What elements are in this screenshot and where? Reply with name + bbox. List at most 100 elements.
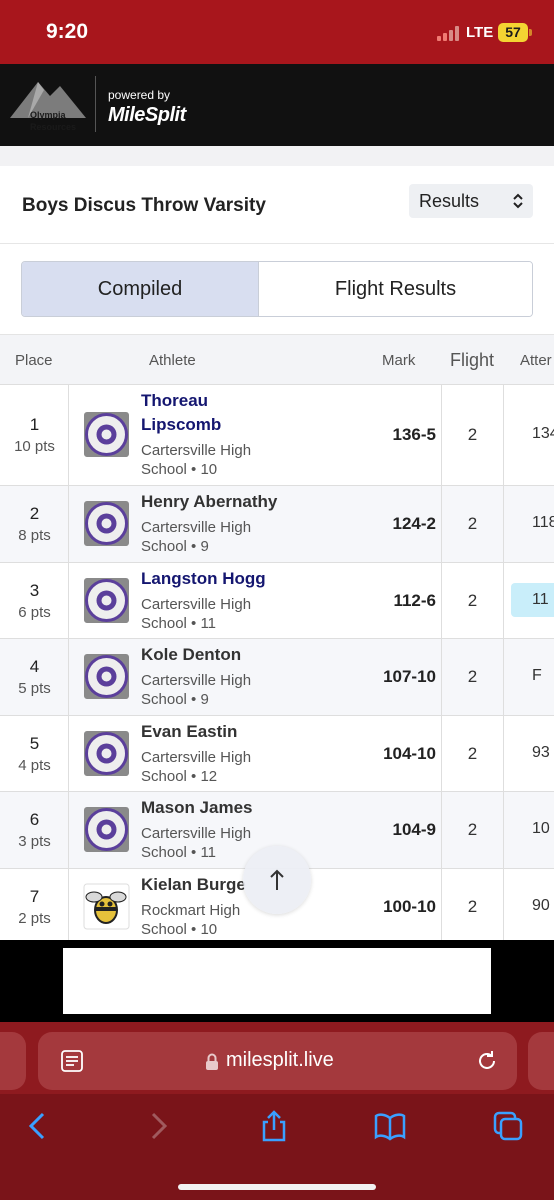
network-label: LTE (466, 24, 494, 41)
back-icon[interactable] (22, 1110, 54, 1142)
place: 3 (29, 581, 40, 600)
points: 4 pts (18, 757, 51, 774)
next-tab-preview[interactable] (528, 1032, 554, 1090)
previous-tab-preview[interactable] (0, 1032, 26, 1090)
cartersville-team-logo (84, 578, 129, 623)
battery-nub (529, 29, 532, 36)
athlete-name[interactable]: Kielan Burge (141, 875, 246, 895)
school: Rockmart High (141, 902, 241, 919)
school: Cartersville High (141, 596, 252, 613)
table-row[interactable]: 5 4 pts Evan Eastin Cartersville High Sc… (0, 715, 554, 792)
url-text: milesplit.live (226, 1049, 334, 1071)
cartersville-team-logo (84, 807, 129, 852)
athlete-name-link[interactable]: Langston Hogg (141, 569, 266, 589)
points: 2 pts (18, 910, 51, 927)
status-bar: 9:20 LTE 57 (0, 0, 554, 64)
place: 5 (29, 734, 40, 753)
mark: 104-9 (392, 820, 436, 839)
mark: 104-10 (383, 744, 436, 763)
attempt: 93 (532, 744, 550, 761)
school: Cartersville High (141, 442, 252, 459)
school-grade: School • 10 (141, 921, 218, 938)
address-bar[interactable]: milesplit.live (38, 1032, 517, 1090)
bookmarks-icon[interactable] (374, 1110, 406, 1142)
reader-icon[interactable] (60, 1049, 84, 1073)
mark: 124-2 (392, 514, 436, 533)
home-indicator (178, 1184, 376, 1190)
reload-icon[interactable] (475, 1049, 499, 1073)
attempt: F (532, 667, 542, 684)
athlete-name-link[interactable]: Lipscomb (141, 415, 221, 435)
school-grade: School • 11 (141, 844, 217, 861)
tab-flight-results[interactable]: Flight Results (259, 262, 532, 316)
header-divider (95, 76, 96, 132)
scroll-to-top-button[interactable] (243, 846, 311, 914)
header-attempts[interactable]: Atter (520, 352, 552, 369)
logo-text-line2: Resources (30, 122, 77, 132)
header-mark[interactable]: Mark (382, 352, 415, 369)
points: 3 pts (18, 833, 51, 850)
powered-by-text: powered by (108, 88, 171, 102)
mark: 107-10 (383, 667, 436, 686)
site-header: Olympia Resources powered by MileSplit (0, 64, 554, 146)
school-grade: School • 9 (141, 691, 209, 708)
points: 6 pts (18, 604, 51, 621)
ad-banner-area (0, 940, 554, 1022)
place: 6 (29, 810, 40, 829)
address-area: milesplit.live (0, 1022, 554, 1094)
place: 4 (29, 657, 40, 676)
school-grade: School • 12 (141, 768, 218, 785)
school: Cartersville High (141, 672, 252, 689)
table-header: Place Athlete Mark Flight Atter (0, 334, 554, 384)
athlete-name[interactable]: Kole Denton (141, 645, 241, 665)
place: 1 (29, 415, 40, 434)
points: 10 pts (14, 438, 55, 455)
points: 5 pts (18, 680, 51, 697)
divider (0, 243, 554, 244)
athlete-name[interactable]: Henry Abernathy (141, 492, 277, 512)
tabs-icon[interactable] (492, 1110, 524, 1142)
mark: 100-10 (383, 897, 436, 916)
view-select-value: Results (419, 191, 480, 211)
header-flight[interactable]: Flight (450, 350, 494, 371)
athlete-name-link[interactable]: Thoreau (141, 391, 208, 411)
header-athlete[interactable]: Athlete (149, 352, 196, 369)
battery-icon: 57 (498, 23, 528, 42)
view-select[interactable]: Results (409, 184, 533, 218)
header-place[interactable]: Place (15, 352, 53, 369)
attempt: 118 (532, 514, 554, 531)
logo-text-line1: Olympia (30, 110, 66, 120)
signal-icon (437, 26, 461, 41)
cartersville-team-logo (84, 731, 129, 776)
flight: 2 (467, 820, 478, 839)
athlete-name[interactable]: Evan Eastin (141, 722, 237, 742)
browser-toolbar: milesplit.live (0, 1022, 554, 1200)
ad-slot[interactable] (63, 948, 491, 1014)
cartersville-team-logo (84, 654, 129, 699)
forward-icon[interactable] (142, 1110, 174, 1142)
table-row[interactable]: 3 6 pts Langston Hogg Cartersville High … (0, 562, 554, 639)
school-grade: School • 11 (141, 615, 217, 632)
school: Cartersville High (141, 825, 252, 842)
attempt: 10 (532, 820, 550, 837)
table-row[interactable]: 4 5 pts Kole Denton Cartersville High Sc… (0, 638, 554, 716)
table-row[interactable]: 2 8 pts Henry Abernathy Cartersville Hig… (0, 485, 554, 563)
share-icon[interactable] (258, 1110, 290, 1142)
yellow-jacket-team-logo (83, 883, 130, 930)
milesplit-logo[interactable]: MileSplit (108, 104, 186, 127)
place: 2 (29, 504, 40, 523)
arrow-up-icon (270, 869, 284, 890)
attempt: 90 (532, 897, 550, 914)
attempt: 11 (532, 591, 549, 608)
school-grade: School • 10 (141, 461, 218, 478)
tab-compiled[interactable]: Compiled (22, 262, 259, 316)
flight: 2 (467, 667, 478, 686)
table-row[interactable]: 1 10 pts Thoreau Lipscomb Cartersville H… (0, 384, 554, 486)
cartersville-team-logo (84, 412, 129, 457)
section-gap (0, 146, 554, 166)
flight: 2 (467, 425, 478, 444)
flight: 2 (467, 897, 478, 916)
athlete-name[interactable]: Mason James (141, 798, 253, 818)
flight: 2 (467, 744, 478, 763)
mark: 136-5 (392, 425, 436, 444)
